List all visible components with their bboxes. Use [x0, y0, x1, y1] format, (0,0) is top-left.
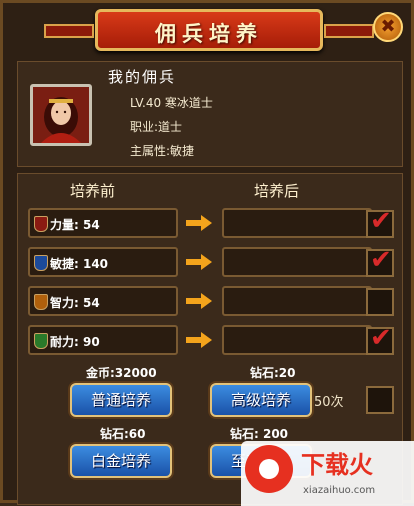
stat-row-intellect: 智力: 54: [28, 286, 372, 316]
stat-row-strength: 力量: 54: [28, 208, 372, 238]
arrow-right-icon: [186, 254, 212, 270]
stat-row-agility: 敏捷: 140: [28, 247, 372, 277]
hero-portrait-image: [33, 87, 89, 143]
hero-portrait: [30, 84, 92, 146]
advanced-train-cost: 钻石:20: [250, 366, 296, 380]
checkbox-batch[interactable]: [366, 386, 394, 414]
check-icon: ✔: [370, 245, 392, 275]
before-header: 培养前: [70, 182, 116, 200]
arrow-right-icon: [186, 293, 212, 309]
check-icon: ✔: [370, 206, 392, 236]
normal-train-cost: 金币:32000: [86, 366, 157, 380]
checkbox-strength[interactable]: ✔: [366, 206, 394, 238]
red-shield-icon: [34, 216, 48, 232]
arrow-right-icon: [186, 332, 212, 348]
check-icon: ✔: [370, 323, 392, 353]
hero-main-attr: 主属性:敏捷: [130, 144, 195, 158]
stat-after-stamina: [222, 325, 372, 355]
stat-label: 敏捷: 140: [50, 257, 109, 271]
hero-level: LV.40 寒冰道士: [130, 96, 213, 110]
watermark-url: xiazaihuo.com: [303, 485, 376, 496]
hero-info-panel: 我的佣兵 LV.40 寒冰道士 职业:道士 主属性:敏捷: [17, 61, 403, 167]
stat-after-intellect: [222, 286, 372, 316]
hero-name: 我的佣兵: [108, 68, 177, 86]
watermark: 下载火 xiazaihuo.com: [241, 441, 414, 506]
platinum-train-button[interactable]: 白金培养: [70, 444, 172, 478]
stat-label: 耐力: 90: [50, 335, 100, 349]
fire-logo-icon: [245, 445, 293, 493]
title-banner: 佣兵培养: [44, 9, 374, 51]
stat-before-strength: 力量: 54: [28, 208, 178, 238]
supreme-train-cost: 钻石: 200: [230, 427, 289, 441]
stat-before-intellect: 智力: 54: [28, 286, 178, 316]
stat-label: 力量: 54: [50, 218, 100, 232]
train-window: 佣兵培养 ✖ 我的佣兵 LV.40 寒冰道士 职业:道士 主属性:敏捷 培养前 …: [0, 0, 414, 506]
orange-shield-icon: [34, 294, 48, 310]
batch-count-label: 50次: [314, 395, 344, 410]
close-icon: ✖: [380, 16, 396, 37]
after-header: 培养后: [254, 182, 300, 200]
hero-job: 职业:道士: [130, 120, 183, 134]
stat-before-stamina: 耐力: 90: [28, 325, 178, 355]
advanced-train-button[interactable]: 高级培养: [210, 383, 312, 417]
stat-after-strength: [222, 208, 372, 238]
arrow-right-icon: [186, 215, 212, 231]
normal-train-button[interactable]: 普通培养: [70, 383, 172, 417]
checkbox-agility[interactable]: ✔: [366, 245, 394, 277]
watermark-title: 下载火: [301, 451, 373, 479]
window-title: 佣兵培养: [155, 21, 263, 46]
stat-after-agility: [222, 247, 372, 277]
stat-before-agility: 敏捷: 140: [28, 247, 178, 277]
stat-row-stamina: 耐力: 90: [28, 325, 372, 355]
stat-label: 智力: 54: [50, 296, 100, 310]
green-shield-icon: [34, 333, 48, 349]
checkbox-stamina[interactable]: ✔: [366, 323, 394, 355]
checkbox-intellect[interactable]: [366, 288, 394, 316]
platinum-train-cost: 钻石:60: [100, 427, 146, 441]
blue-shield-icon: [34, 255, 48, 271]
close-button[interactable]: ✖: [373, 12, 403, 42]
